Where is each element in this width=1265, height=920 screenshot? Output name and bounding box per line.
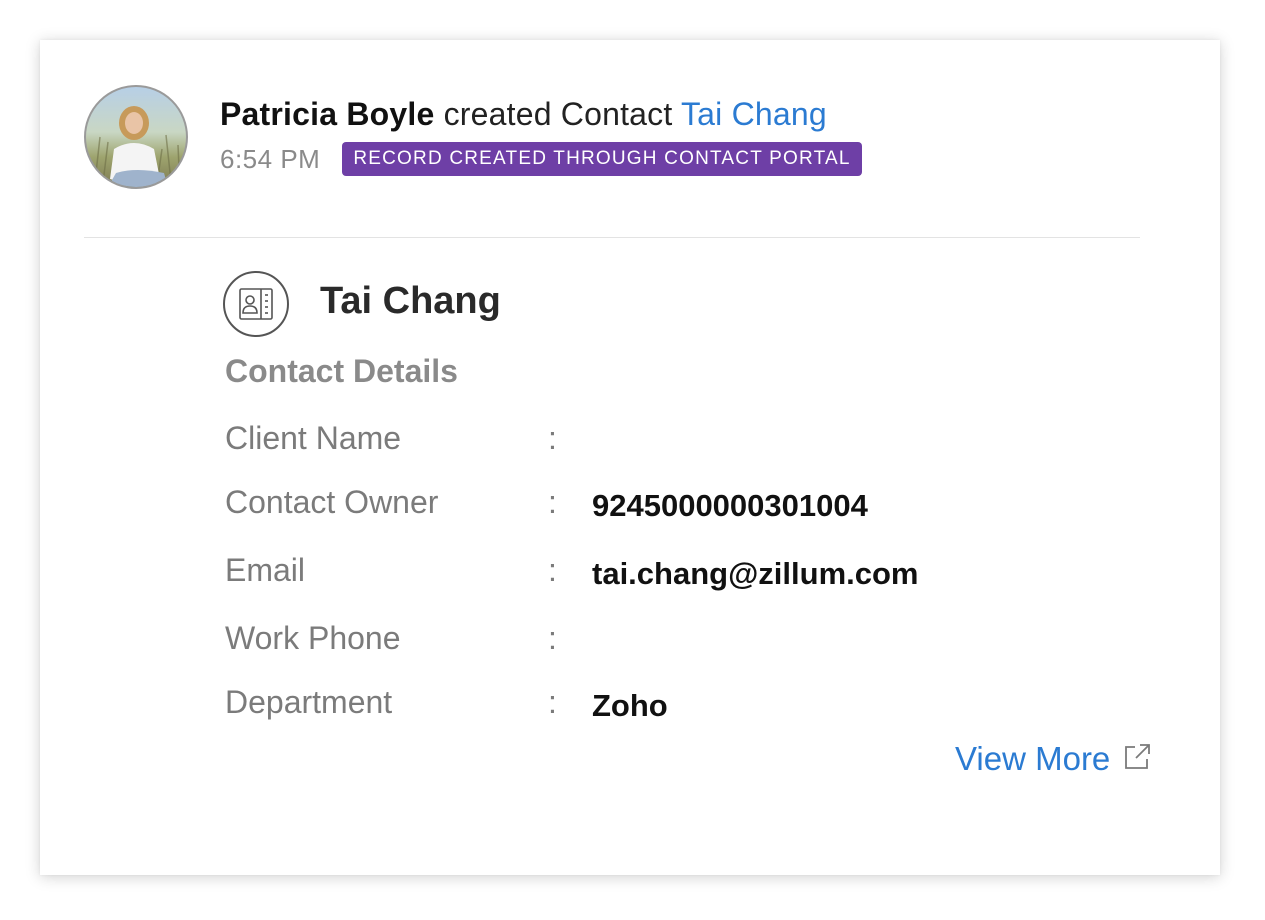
field-value: Zoho [592,688,668,723]
field-separator: : [548,552,557,588]
field-email: Email : tai.chang@zillum.com [225,552,1125,596]
activity-meta: 6:54 PM RECORD CREATED THROUGH CONTACT P… [220,142,862,176]
activity-time: 6:54 PM [220,143,321,174]
field-separator: : [548,684,557,720]
field-label: Contact Owner [225,484,439,520]
actor-name[interactable]: Patricia Boyle [220,96,434,132]
field-separator: : [548,420,557,456]
view-more-label[interactable]: View More [955,740,1110,778]
field-label: Client Name [225,420,402,456]
field-separator: : [548,620,557,656]
activity-action: created Contact [443,96,673,132]
field-contact-owner: Contact Owner : 9245000000301004 [225,484,1125,528]
field-label: Email [225,552,306,588]
field-label: Work Phone [225,620,401,656]
field-label: Department [225,684,393,720]
section-title: Contact Details [225,353,458,389]
external-link-icon[interactable] [1122,742,1152,777]
activity-card: Patricia Boyle created Contact Tai Chang… [40,40,1220,875]
record-link[interactable]: Tai Chang [681,96,827,132]
avatar[interactable] [84,85,188,189]
record-title: Tai Chang [320,280,501,322]
divider [84,237,1140,238]
field-separator: : [548,484,557,520]
contact-card-icon [223,271,289,337]
field-work-phone: Work Phone : [225,620,1125,664]
field-value: 9245000000301004 [592,488,868,523]
avatar-photo [93,106,181,187]
activity-headline: Patricia Boyle created Contact Tai Chang [220,96,827,133]
source-badge: RECORD CREATED THROUGH CONTACT PORTAL [342,142,862,176]
field-client-name: Client Name : [225,420,1125,464]
field-value: tai.chang@zillum.com [592,556,919,591]
field-department: Department : Zoho [225,684,1125,728]
view-more-link[interactable]: View More [955,740,1152,778]
